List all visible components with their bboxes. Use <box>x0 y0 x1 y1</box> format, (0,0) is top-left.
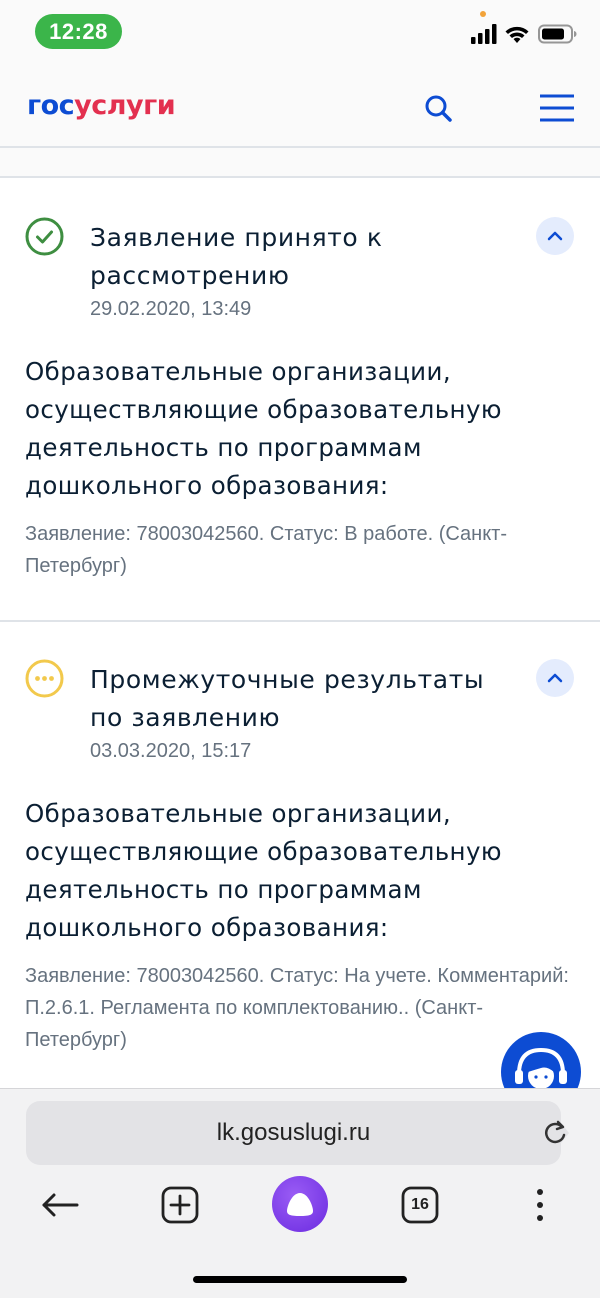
browser-toolbar: lk.gosuslugi.ru 16 <box>0 1088 600 1298</box>
gosuslugi-logo[interactable]: госуслуги <box>27 90 176 121</box>
address-bar[interactable]: lk.gosuslugi.ru <box>26 1101 566 1165</box>
app-header: госуслуги <box>0 68 600 148</box>
header-divider <box>0 148 600 178</box>
event-note: Заявление: 78003042560. Статус: На учете… <box>25 965 569 1051</box>
check-circle-icon <box>25 217 64 256</box>
tabs-count: 16 <box>411 1196 429 1213</box>
event-body: Образовательные организации, осуществляю… <box>25 357 502 500</box>
url-text[interactable]: lk.gosuslugi.ru <box>26 1101 561 1165</box>
privacy-indicator-dot <box>480 11 486 17</box>
more-vertical-icon[interactable] <box>520 1185 560 1225</box>
event-card: Промежуточные результаты по заявлению 03… <box>0 622 600 1088</box>
event-note: Заявление: 78003042560. Статус: В работе… <box>25 523 507 577</box>
tabs-counter-button[interactable]: 16 <box>400 1185 440 1225</box>
status-time: 12:28 <box>35 14 122 49</box>
cellular-signal-icon <box>471 24 497 44</box>
collapse-chevron-up-button[interactable] <box>536 217 574 255</box>
event-date: 03.03.2020, 15:17 <box>90 740 252 762</box>
event-body: Образовательные организации, осуществляю… <box>25 799 502 942</box>
alice-assistant-icon <box>287 1193 313 1216</box>
reload-icon[interactable] <box>541 1119 569 1147</box>
hamburger-menu-icon[interactable] <box>536 88 578 128</box>
logo-part-uslugi: услуги <box>74 90 176 121</box>
home-indicator <box>193 1276 407 1283</box>
search-icon[interactable] <box>418 88 458 128</box>
logo-part-gos: гос <box>27 90 75 121</box>
status-bar: 12:28 <box>0 0 600 68</box>
event-card: Заявление принято к рассмотрению 29.02.2… <box>0 180 600 620</box>
ellipsis-circle-icon <box>25 659 64 698</box>
back-arrow-icon[interactable] <box>40 1185 80 1225</box>
battery-icon <box>538 24 577 44</box>
event-title: Промежуточные результаты по заявлению <box>90 665 485 732</box>
plus-square-icon[interactable] <box>160 1185 200 1225</box>
event-date: 29.02.2020, 13:49 <box>90 298 252 320</box>
alice-assistant-button[interactable] <box>272 1176 328 1232</box>
event-title: Заявление принято к рассмотрению <box>90 223 383 290</box>
collapse-chevron-up-button[interactable] <box>536 659 574 697</box>
wifi-icon <box>505 26 529 43</box>
